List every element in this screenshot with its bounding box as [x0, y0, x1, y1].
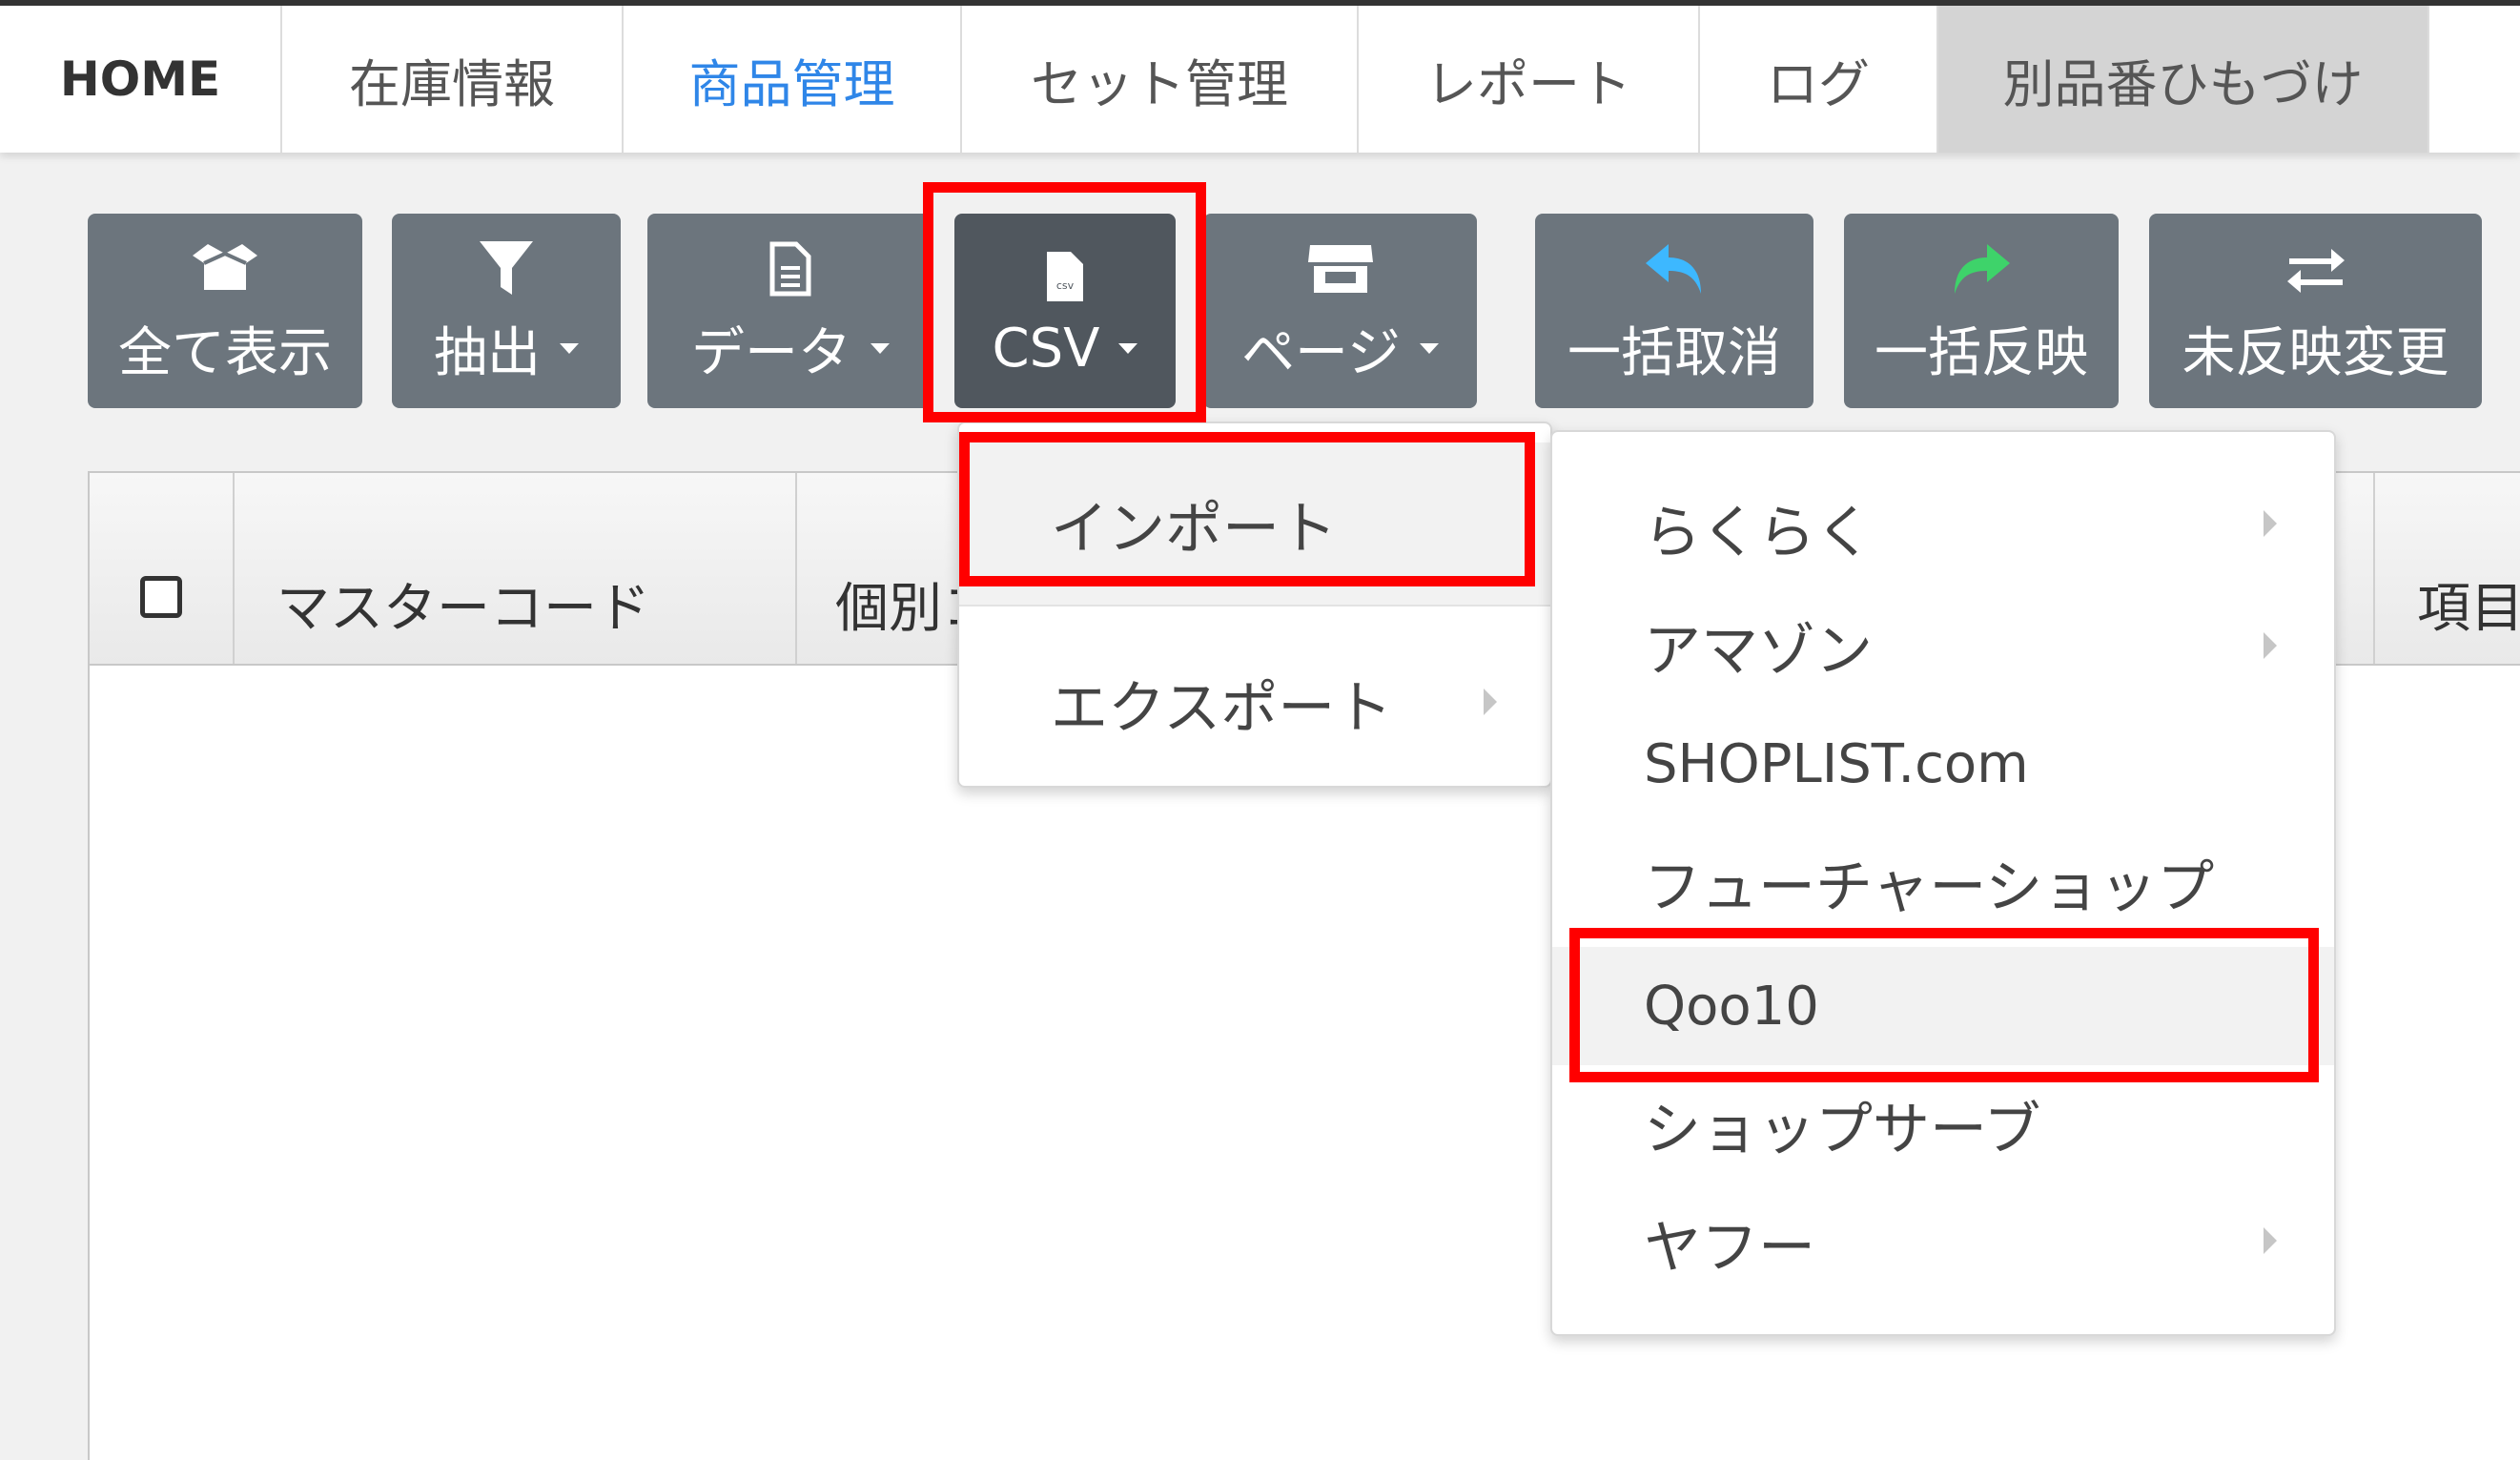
chevron-down-icon [1419, 342, 1439, 354]
redo-arrow-icon [1951, 236, 2012, 302]
csv-dropdown-button[interactable]: csv CSV [954, 214, 1176, 408]
swap-arrows-icon [2285, 236, 2346, 302]
tab-home[interactable]: HOME [0, 6, 282, 153]
tab-product-management[interactable]: 商品管理 [624, 6, 962, 153]
submenu-item-rakuraku[interactable]: らくらく [1552, 468, 2334, 586]
chevron-down-icon [871, 342, 890, 354]
page-label: ページ [1241, 321, 1401, 384]
yahoo-label: ヤフー [1644, 1214, 1815, 1282]
submenu-item-shoplist[interactable]: SHOPLIST.com [1552, 705, 2334, 823]
extract-dropdown-button[interactable]: 抽出 [392, 214, 621, 408]
shopserve-label: ショップサーブ [1644, 1096, 2041, 1163]
submenu-item-shopserve[interactable]: ショップサーブ [1552, 1065, 2334, 1183]
pending-changes-button[interactable]: 未反映変更 [2149, 214, 2482, 408]
nav-tabs: HOME 在庫情報 商品管理 セット管理 レポート ログ 別品番ひもづけ [0, 6, 2520, 153]
menu-item-export[interactable]: エクスポート [959, 622, 1550, 784]
box-open-icon [189, 236, 261, 302]
rakuraku-label: らくらく [1644, 499, 1873, 566]
import-submenu: らくらく アマゾン SHOPLIST.com フューチャーショップ Qoo10 … [1550, 430, 2336, 1336]
top-navigation-bar: HOME 在庫情報 商品管理 セット管理 レポート ログ 別品番ひもづけ [0, 0, 2520, 153]
import-label: インポート [1051, 495, 1337, 563]
show-all-button[interactable]: 全て表示 [88, 214, 362, 408]
data-label: データ [691, 321, 851, 384]
header-item[interactable]: 項目 [2373, 473, 2520, 664]
pending-changes-label: 未反映変更 [2182, 321, 2449, 384]
submenu-item-futureshop[interactable]: フューチャーショップ [1552, 823, 2334, 941]
chevron-right-icon [2264, 1227, 2277, 1254]
chevron-right-icon [1484, 689, 1497, 715]
extract-label: 抽出 [434, 321, 541, 384]
chevron-right-icon [2264, 632, 2277, 659]
menu-divider [959, 605, 1550, 607]
submenu-item-amazon[interactable]: アマゾン [1552, 586, 2334, 705]
submenu-item-yahoo[interactable]: ヤフー [1552, 1183, 2334, 1302]
bulk-apply-label: 一括反映 [1875, 321, 2088, 384]
select-all-checkbox[interactable] [140, 576, 182, 618]
header-master-code[interactable]: マスターコード [235, 473, 797, 664]
shoplist-label: SHOPLIST.com [1644, 732, 2029, 795]
amazon-label: アマゾン [1644, 617, 1873, 685]
bulk-cancel-button[interactable]: 一括取消 [1535, 214, 1813, 408]
bulk-cancel-label: 一括取消 [1567, 321, 1781, 384]
file-icon [769, 236, 811, 302]
futureshop-label: フューチャーショップ [1644, 853, 2215, 921]
submenu-item-qoo10[interactable]: Qoo10 [1552, 947, 2334, 1065]
chevron-right-icon [2264, 510, 2277, 537]
page-dropdown-button[interactable]: ページ [1203, 214, 1477, 408]
csv-file-icon: csv [1044, 243, 1086, 310]
chevron-down-icon [560, 342, 579, 354]
store-icon [1306, 236, 1375, 302]
chevron-down-icon [1118, 342, 1138, 354]
show-all-label: 全て表示 [118, 321, 332, 384]
svg-text:csv: csv [1056, 279, 1075, 292]
csv-dropdown-menu: インポート エクスポート [957, 422, 1552, 788]
tab-set-management[interactable]: セット管理 [962, 6, 1359, 153]
csv-label: CSV [992, 317, 1100, 380]
tab-report[interactable]: レポート [1359, 6, 1700, 153]
qoo10-label: Qoo10 [1644, 975, 1819, 1038]
tab-inventory[interactable]: 在庫情報 [282, 6, 624, 153]
undo-arrow-icon [1644, 236, 1705, 302]
data-dropdown-button[interactable]: データ [647, 214, 933, 408]
filter-icon [478, 236, 535, 302]
export-label: エクスポート [1051, 674, 1393, 742]
tab-alternate-sku-link[interactable]: 別品番ひもづけ [1938, 6, 2429, 153]
menu-item-import[interactable]: インポート [959, 442, 1550, 605]
bulk-apply-button[interactable]: 一括反映 [1844, 214, 2119, 408]
tab-log[interactable]: ログ [1700, 6, 1938, 153]
select-all-cell [90, 473, 235, 664]
